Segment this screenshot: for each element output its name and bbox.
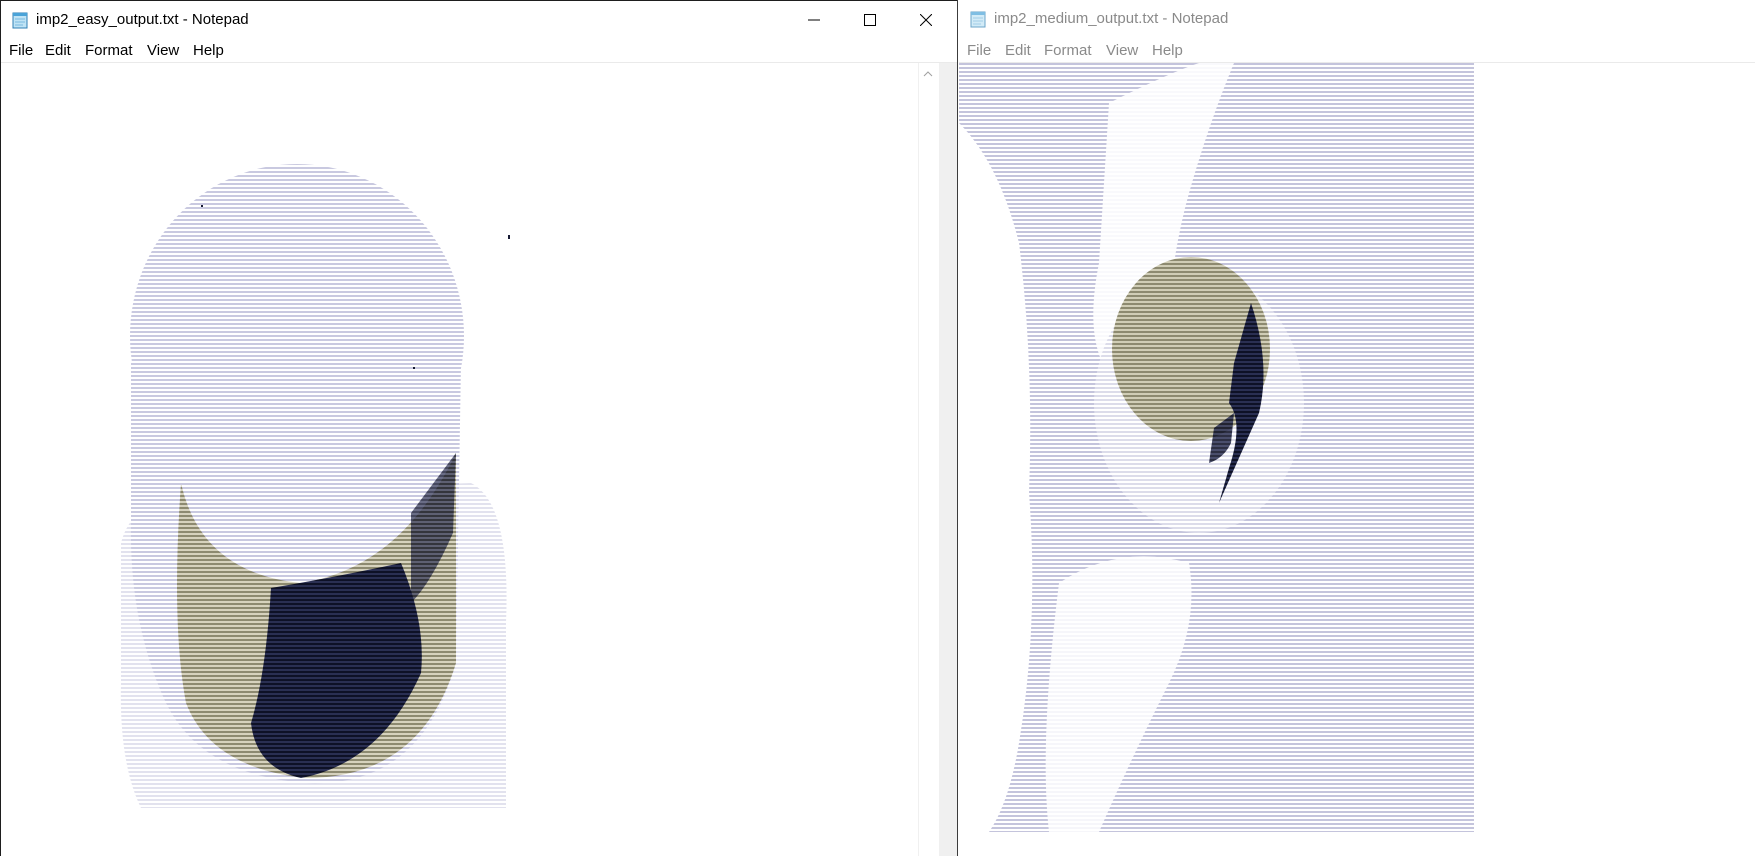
menu-format[interactable]: Format [1044, 42, 1092, 59]
vertical-scrollbar[interactable] [918, 63, 937, 856]
close-button[interactable] [899, 1, 953, 39]
text-area[interactable] [959, 63, 1755, 856]
menu-bar: File Edit Format View Help [959, 38, 1755, 63]
menu-view[interactable]: View [1106, 42, 1138, 59]
minimize-icon [808, 19, 820, 21]
title-bar[interactable]: imp2_easy_output.txt - Notepad [1, 0, 957, 39]
ascii-art-speck [413, 367, 415, 369]
maximize-icon [864, 14, 876, 26]
notepad-window-medium[interactable]: imp2_medium_output.txt - Notepad File Ed… [959, 0, 1755, 856]
title-bar[interactable]: imp2_medium_output.txt - Notepad [959, 0, 1755, 38]
menu-file[interactable]: File [9, 42, 33, 59]
menu-bar: File Edit Format View Help [1, 38, 957, 63]
text-area[interactable] [1, 63, 957, 856]
notepad-icon [12, 12, 28, 29]
menu-help[interactable]: Help [1152, 42, 1183, 59]
desktop: imp2_easy_output.txt - Notepad File Edit… [0, 0, 1755, 856]
ascii-art-image [120, 164, 510, 808]
chevron-up-icon[interactable] [919, 67, 937, 81]
menu-view[interactable]: View [147, 42, 179, 59]
window-title: imp2_easy_output.txt - Notepad [36, 11, 249, 28]
window-title: imp2_medium_output.txt - Notepad [994, 10, 1229, 27]
window-divider [939, 63, 957, 856]
ascii-art-speck [201, 205, 203, 207]
notepad-window-easy[interactable]: imp2_easy_output.txt - Notepad File Edit… [0, 0, 958, 856]
menu-edit[interactable]: Edit [1005, 42, 1031, 59]
ascii-art-speck [508, 235, 510, 239]
menu-help[interactable]: Help [193, 42, 224, 59]
ascii-art-image [959, 63, 1474, 832]
menu-file[interactable]: File [967, 42, 991, 59]
maximize-button[interactable] [843, 1, 897, 39]
menu-format[interactable]: Format [85, 42, 133, 59]
minimize-button[interactable] [787, 1, 841, 39]
close-icon [920, 14, 932, 26]
notepad-icon [970, 11, 986, 28]
menu-edit[interactable]: Edit [45, 42, 71, 59]
